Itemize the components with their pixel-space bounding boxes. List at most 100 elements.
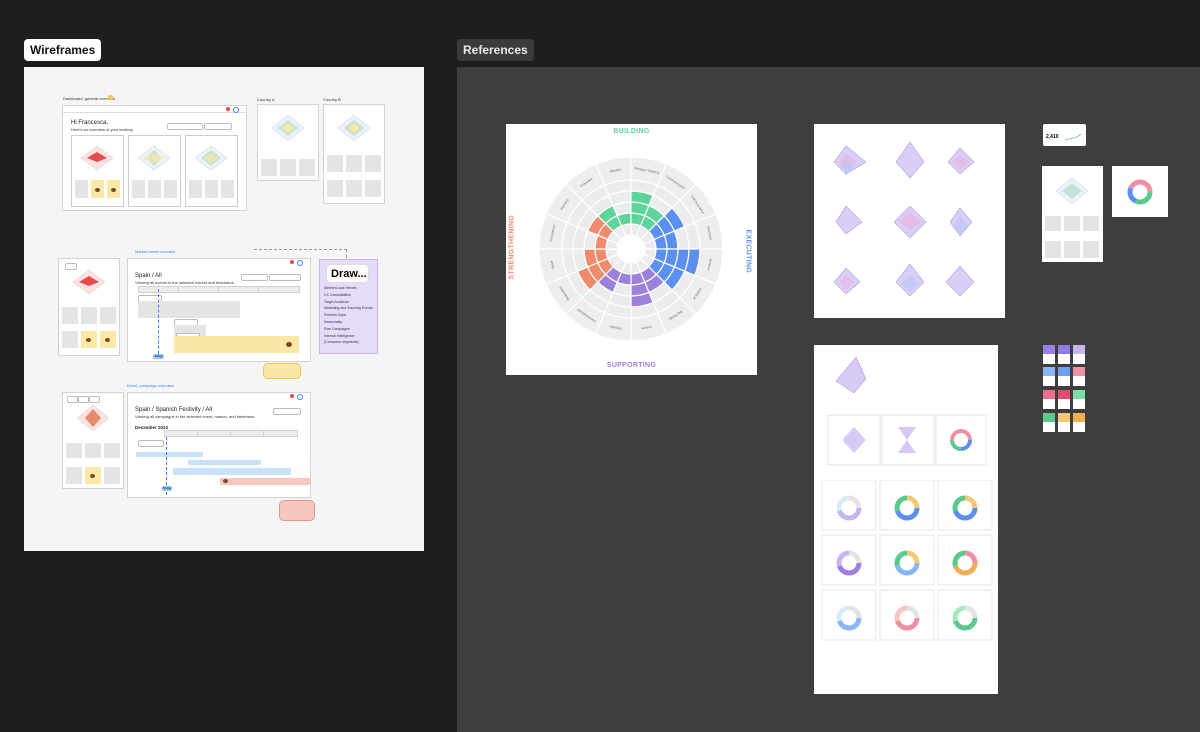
avatar-icon[interactable]: [233, 107, 239, 113]
palette-swatch: [1073, 345, 1085, 354]
palette-swatch: [1043, 390, 1055, 399]
donut-grid-cell: [821, 589, 877, 641]
avatar-icon[interactable]: [297, 260, 303, 266]
notification-icon[interactable]: [290, 394, 294, 398]
country-b-label: Country B: [323, 97, 341, 102]
donut-grid-cell: [937, 534, 993, 586]
poop-icon: [86, 338, 91, 342]
wheel-label-bottom: SUPPORTING: [606, 362, 657, 369]
radar-grid-chart: [833, 141, 975, 297]
greeting-title: Hi Francesca,: [71, 120, 109, 126]
poop-icon: [105, 338, 110, 342]
country-b-card[interactable]: [323, 104, 385, 204]
date-filter[interactable]: [167, 123, 203, 130]
wireframes-frame-label[interactable]: Wireframes: [24, 39, 102, 61]
market-subtitle: Viewing all events in the selected marke…: [135, 280, 235, 285]
today-line: [158, 289, 159, 359]
sticky-note[interactable]: [263, 363, 301, 379]
tab-spain[interactable]: [67, 396, 78, 403]
draw-list-item: Plan Campaigns: [324, 326, 350, 331]
donut-grid-cell: [879, 589, 935, 641]
market-overview-label: Market event overview: [135, 249, 176, 254]
campaign-bar[interactable]: [136, 452, 203, 457]
poop-icon: [223, 479, 228, 483]
filter-pill[interactable]: [241, 274, 268, 281]
palette-swatch: [1058, 345, 1070, 354]
region-filter[interactable]: [204, 123, 232, 130]
country-card-2[interactable]: [128, 135, 181, 207]
draw-list-item: Seasonality: [324, 319, 343, 324]
radar-chart-icon: [271, 114, 305, 142]
campaign-bar[interactable]: [173, 468, 291, 475]
event-title: Spain / Spanish Festivity / All: [135, 407, 213, 413]
palette-swatch-label: [1043, 376, 1055, 386]
donut-grid-cell: [821, 534, 877, 586]
stat-value: 2,410: [1046, 134, 1059, 140]
donut-grid-cell: [821, 480, 877, 531]
country-card-reference[interactable]: [1042, 166, 1103, 262]
palette-swatch: [1058, 390, 1070, 399]
references-frame-label[interactable]: References: [457, 39, 534, 61]
market-main-card: Spain / All Viewing all events in the se…: [127, 258, 311, 362]
palette-swatch: [1043, 413, 1055, 422]
notification-icon[interactable]: [226, 107, 230, 111]
palette-swatch-label: [1058, 399, 1070, 409]
palette-swatch-label: [1058, 422, 1070, 432]
radar-chart-icon: [76, 404, 110, 432]
dashboard-topbar: [63, 106, 246, 113]
donut-chart: [1127, 179, 1153, 205]
wheel-label-top: BUILDING: [613, 128, 650, 135]
poop-icon: [286, 342, 292, 347]
draw-list-item: Athlete/Local Heroes: [324, 286, 357, 290]
radar-chart-icon: [194, 145, 228, 171]
poop-icon: [90, 474, 95, 478]
draw-list-item: CX Consolidation: [324, 292, 352, 297]
event-overview-label: Event_campaign overview: [127, 383, 174, 388]
campaign-bar[interactable]: [188, 460, 261, 465]
strengths-wheel-card[interactable]: BUILDING SUPPORTING EXECUTING STRENGTHEN…: [506, 124, 757, 375]
poop-icon: [95, 188, 100, 192]
donut-sheet-reference[interactable]: [814, 345, 998, 694]
radar-chart-icon: [80, 145, 114, 171]
greeting-subtitle: Here's an overview of your territory: [71, 127, 133, 132]
palette-swatch-label: [1073, 354, 1085, 364]
palette-swatch: [1043, 345, 1055, 354]
donut-grid-chart: [821, 480, 993, 641]
draw-list-item: Portfolio Gaps: [324, 313, 347, 318]
draw-list-item: Internal Intelligence: [324, 333, 355, 338]
market-title: Spain / All: [135, 273, 162, 279]
radar-chart-icon: [137, 145, 171, 171]
radar-grid-reference[interactable]: [814, 124, 1005, 318]
country-card-3[interactable]: [185, 135, 238, 207]
palette-swatch-label: [1058, 354, 1070, 364]
radar-chart-icon: [337, 114, 371, 142]
strengths-wheel-chart: ExecutionIdeation Strategic ThinkingCommu…: [538, 156, 724, 342]
campaign-bar-highlighted[interactable]: [220, 478, 310, 485]
color-palette: [1043, 345, 1089, 457]
event-bar[interactable]: [138, 301, 240, 318]
sticky-note[interactable]: [279, 500, 315, 521]
country-a-card[interactable]: [257, 104, 319, 181]
today-badge: Today: [162, 486, 172, 491]
date-pill[interactable]: [273, 408, 301, 415]
dashboard-card: Hi Francesca, Here's an overview of your…: [62, 105, 247, 211]
avatar-icon[interactable]: [297, 394, 303, 400]
donut-card-reference[interactable]: [1112, 166, 1168, 217]
event-bar-highlighted[interactable]: [174, 336, 299, 353]
palette-swatch-label: [1058, 376, 1070, 386]
draw-list: Athlete/Local Heroes CX Consolidation Ta…: [324, 285, 374, 346]
notification-icon[interactable]: [290, 260, 294, 264]
donut-grid-cell: [937, 589, 993, 641]
event-subtitle: Viewing all campaigns in the selected ev…: [135, 414, 256, 419]
country-card-1[interactable]: [71, 135, 124, 207]
palette-swatch-label: [1073, 376, 1085, 386]
campaign-chip[interactable]: [138, 440, 164, 447]
draw-list-item: Marketing and Sourcing Events: [324, 306, 373, 311]
wheel-center: [618, 236, 644, 262]
market-sidebar-card: [58, 258, 120, 356]
date-pill[interactable]: [269, 274, 301, 281]
radar-chart-icon: [72, 269, 106, 295]
draw-card[interactable]: Draw... Athlete/Local Heroes CX Consolid…: [319, 259, 378, 354]
star-icon: [108, 95, 113, 100]
stat-card[interactable]: 2,410: [1043, 124, 1086, 146]
